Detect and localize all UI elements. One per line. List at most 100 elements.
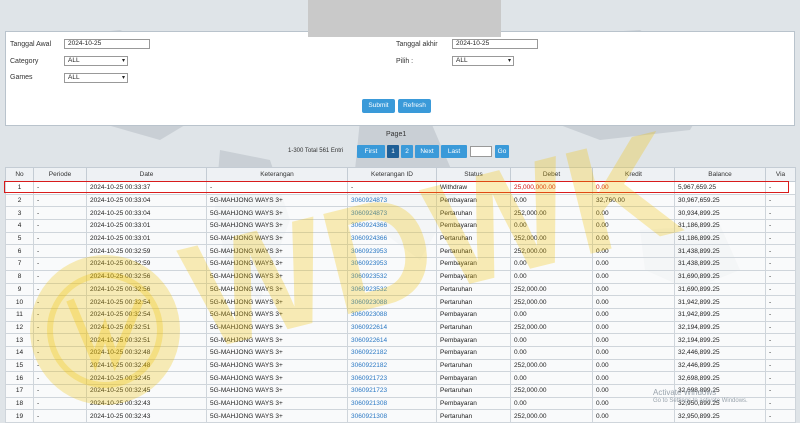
table-cell: 10 [5, 295, 34, 309]
table-cell: Pembayaran [436, 345, 511, 360]
table-cell: 0.00 [510, 269, 593, 284]
table-cell: 2024-10-25 00:33:04 [86, 193, 207, 208]
redacted-header-block [308, 0, 501, 37]
table-cell: 30,934,899.25 [674, 206, 766, 221]
table-cell: - [33, 231, 87, 246]
refresh-button[interactable]: Refresh [398, 99, 431, 113]
table-cell[interactable]: 3060924366 [347, 231, 437, 246]
table-cell: 5G-MAHJONG WAYS 3+ [206, 257, 348, 271]
table-cell: 5G-MAHJONG WAYS 3+ [206, 219, 348, 233]
table-cell[interactable]: 3060921723 [347, 384, 437, 398]
table-cell: 0.00 [510, 219, 593, 233]
table-cell: 5G-MAHJONG WAYS 3+ [206, 307, 348, 322]
table-cell: 9 [5, 282, 34, 297]
table-cell: 2024-10-25 00:32:54 [86, 295, 207, 309]
table-cell: 0.00 [510, 333, 593, 347]
table-cell[interactable]: 3060923953 [347, 244, 437, 259]
table-cell: Pertaruhan [436, 320, 511, 335]
table-cell[interactable]: 3060921308 [347, 396, 437, 411]
table-cell[interactable]: 3060924873 [347, 193, 437, 208]
table-cell[interactable]: 3060923953 [347, 257, 437, 271]
next-page-button[interactable]: Next [415, 145, 439, 158]
table-cell: - [33, 219, 87, 233]
column-header: Balance [674, 167, 766, 182]
table-row: 12-2024-10-25 00:32:51 5G-MAHJONG WAYS 3+… [5, 320, 796, 335]
table-cell: Pertaruhan [436, 358, 511, 373]
table-cell: Pembayaran [436, 371, 511, 385]
table-cell: 0.00 [592, 219, 675, 233]
table-cell[interactable]: 3060923532 [347, 282, 437, 297]
table-cell[interactable]: 3060923088 [347, 295, 437, 309]
table-cell: - [347, 181, 437, 195]
submit-button[interactable]: Submit [362, 99, 395, 113]
table-cell: 2024-10-25 00:32:54 [86, 307, 207, 322]
category-select[interactable]: ALL ▾ [64, 56, 128, 66]
table-cell: 17 [5, 384, 34, 398]
table-cell: 31,186,899.25 [674, 219, 766, 233]
table-cell: 0.00 [592, 358, 675, 373]
table-cell[interactable]: 3060921308 [347, 409, 437, 423]
end-date-input[interactable]: 2024-10-25 [452, 39, 538, 49]
start-date-input[interactable]: 2024-10-25 [64, 39, 150, 49]
table-cell: - [33, 384, 87, 398]
page-2-button[interactable]: 2 [401, 145, 413, 158]
table-cell: 2024-10-25 00:33:04 [86, 206, 207, 221]
table-cell[interactable]: 3060924366 [347, 219, 437, 233]
table-cell: 2024-10-25 00:32:45 [86, 384, 207, 398]
total-entries-text: 1-300 Total 561 Entri [288, 148, 344, 154]
table-cell[interactable]: 3060922182 [347, 358, 437, 373]
table-cell: 13 [5, 333, 34, 347]
table-cell: 5G-MAHJONG WAYS 3+ [206, 358, 348, 373]
start-date-label: Tanggal Awal [10, 41, 52, 48]
table-cell: 2024-10-25 00:32:59 [86, 257, 207, 271]
column-header: Status [436, 167, 511, 182]
last-page-button[interactable]: Last [441, 145, 467, 158]
table-cell: Pembayaran [436, 269, 511, 284]
filter-panel: Tanggal Awal 2024-10-25 Tanggal akhir 20… [5, 31, 795, 126]
chevron-down-icon: ▾ [121, 58, 125, 64]
table-cell: 0.00 [510, 371, 593, 385]
go-button[interactable]: Go [495, 145, 509, 158]
table-cell[interactable]: 3060923088 [347, 307, 437, 322]
table-cell: - [33, 358, 87, 373]
table-row: 8-2024-10-25 00:32:56 5G-MAHJONG WAYS 3+ 3… [5, 269, 796, 284]
table-cell: - [765, 244, 796, 259]
table-row: 19-2024-10-25 00:32:43 5G-MAHJONG WAYS 3+… [5, 409, 796, 423]
table-cell[interactable]: 3060923532 [347, 269, 437, 284]
first-page-button[interactable]: First [357, 145, 385, 158]
category-select-value: ALL [68, 57, 80, 64]
table-cell[interactable]: 3060921723 [347, 371, 437, 385]
category-label: Category [10, 58, 39, 65]
games-select[interactable]: ALL ▾ [64, 73, 128, 83]
table-cell[interactable]: 3060922182 [347, 345, 437, 360]
page-1-button[interactable]: 1 [387, 145, 399, 158]
table-cell: - [765, 231, 796, 246]
column-header: Kredit [592, 167, 675, 182]
table-cell: 2 [5, 193, 34, 208]
table-cell: - [33, 244, 87, 259]
table-cell: 16 [5, 371, 34, 385]
table-cell: 31,690,899.25 [674, 269, 766, 284]
table-cell: - [33, 193, 87, 208]
table-cell: 0.00 [510, 193, 593, 208]
table-cell[interactable]: 3060924873 [347, 206, 437, 221]
table-cell: 0.00 [592, 181, 675, 195]
table-row: 4-2024-10-25 00:33:01 5G-MAHJONG WAYS 3+ 3… [5, 219, 796, 233]
table-cell: 2024-10-25 00:33:37 [86, 181, 207, 195]
table-cell: - [33, 282, 87, 297]
table-cell[interactable]: 3060922614 [347, 333, 437, 347]
table-cell: 5G-MAHJONG WAYS 3+ [206, 231, 348, 246]
table-cell: 0.00 [592, 307, 675, 322]
table-cell: 0.00 [592, 320, 675, 335]
table-cell: 2024-10-25 00:33:01 [86, 219, 207, 233]
pilih-select[interactable]: ALL ▾ [452, 56, 514, 66]
table-cell: 0.00 [510, 345, 593, 360]
table-cell: 32,446,899.25 [674, 358, 766, 373]
table-cell: - [765, 384, 796, 398]
table-cell[interactable]: 3060922614 [347, 320, 437, 335]
goto-page-input[interactable] [470, 146, 492, 157]
table-cell: 5G-MAHJONG WAYS 3+ [206, 244, 348, 259]
table-cell: 2024-10-25 00:32:51 [86, 320, 207, 335]
table-cell: 252,000.00 [510, 409, 593, 423]
table-cell: 2024-10-25 00:32:56 [86, 282, 207, 297]
